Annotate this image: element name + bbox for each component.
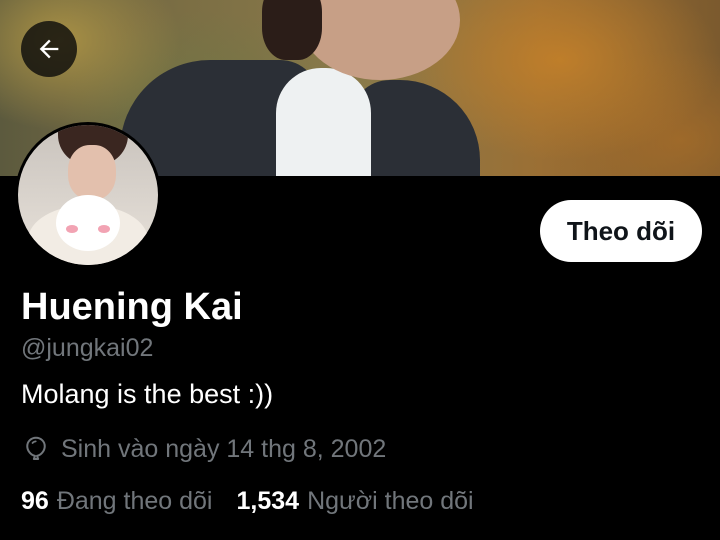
- avatar-molang-cheek-right: [98, 225, 110, 233]
- followers-label[interactable]: Người theo dõi: [307, 485, 474, 517]
- birth-date-row: Sinh vào ngày 14 thg 8, 2002: [21, 433, 386, 465]
- following-count[interactable]: 96: [21, 485, 49, 517]
- avatar-molang-plush: [56, 195, 120, 251]
- profile-avatar[interactable]: [15, 122, 161, 268]
- user-handle: @jungkai02: [21, 334, 154, 362]
- avatar-molang-cheek-left: [66, 225, 78, 233]
- avatar-photo: [18, 125, 158, 265]
- followers-count[interactable]: 1,534: [237, 485, 300, 517]
- follow-button[interactable]: Theo dõi: [540, 200, 702, 262]
- banner-hair: [262, 0, 322, 60]
- avatar-face: [68, 145, 116, 200]
- follow-stats: 96 Đang theo dõi 1,534 Người theo dõi: [21, 485, 474, 517]
- birth-date-text: Sinh vào ngày 14 thg 8, 2002: [61, 435, 387, 463]
- balloon-icon: [26, 436, 46, 460]
- back-button[interactable]: [21, 21, 77, 77]
- display-name: Huening Kai: [21, 286, 243, 328]
- banner-turtleneck: [276, 68, 371, 176]
- following-label[interactable]: Đang theo dõi: [57, 485, 213, 517]
- profile-bio: Molang is the best :)): [21, 379, 274, 409]
- arrow-left-icon: [39, 39, 59, 59]
